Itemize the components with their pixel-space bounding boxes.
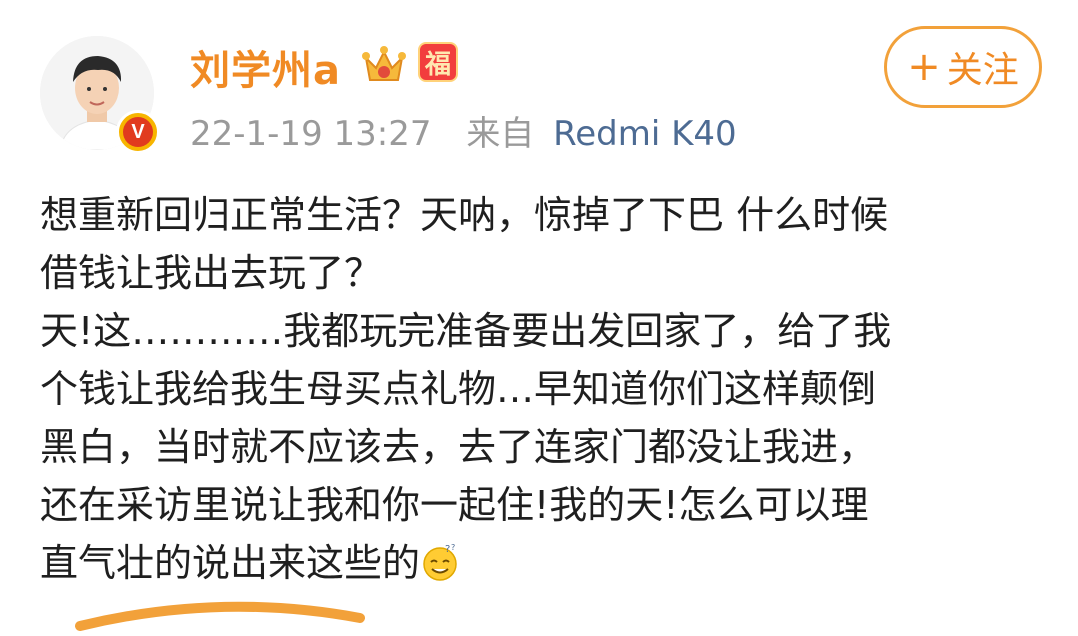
thinking-smile-emoji-icon: ? ? xyxy=(423,543,457,581)
post-line-last: 直气壮的说出来这些的 ? ? xyxy=(40,534,1050,592)
device-link[interactable]: Redmi K40 xyxy=(553,114,737,154)
post-line: 个钱让我给我生母买点礼物…早知道你们这样颠倒 xyxy=(40,367,877,411)
follow-label: 关注 xyxy=(946,50,1019,91)
post-line: 还在采访里说让我和你一起住!我的天!怎么可以理 xyxy=(40,483,869,527)
post-line: 想重新回归正常生活？天呐，惊掉了下巴 什么时候 xyxy=(40,193,889,237)
crown-icon xyxy=(362,46,406,81)
follow-button[interactable]: + 关注 xyxy=(884,26,1042,108)
post-body: 想重新回归正常生活？天呐，惊掉了下巴 什么时候 借钱让我出去玩了？ 天!这………… xyxy=(40,186,1050,592)
post-header: V 刘学州a 福 22-1-19 13:27 来自 Redmi K40 + 关注 xyxy=(0,0,1078,170)
plus-icon: + xyxy=(907,44,941,90)
svg-text:?: ? xyxy=(451,543,455,552)
post-meta: 22-1-19 13:27 来自 Redmi K40 xyxy=(190,106,737,155)
post-line: 黑白，当时就不应该去，去了连家门都没让我进， xyxy=(40,425,877,469)
decorative-swoosh xyxy=(75,601,365,631)
source-prefix: 来自 xyxy=(466,114,535,154)
post-line: 借钱让我出去玩了？ xyxy=(40,251,383,295)
post-line: 天!这…………我都玩完准备要出发回家了，给了我 xyxy=(40,309,892,353)
post-line-text: 直气壮的说出来这些的 xyxy=(40,541,421,585)
username[interactable]: 刘学州a xyxy=(190,38,341,96)
timestamp: 22-1-19 13:27 xyxy=(190,114,432,154)
verified-badge-icon: V xyxy=(116,110,160,154)
svg-text:?: ? xyxy=(445,544,450,555)
fortune-badge-icon: 福 xyxy=(418,42,458,82)
